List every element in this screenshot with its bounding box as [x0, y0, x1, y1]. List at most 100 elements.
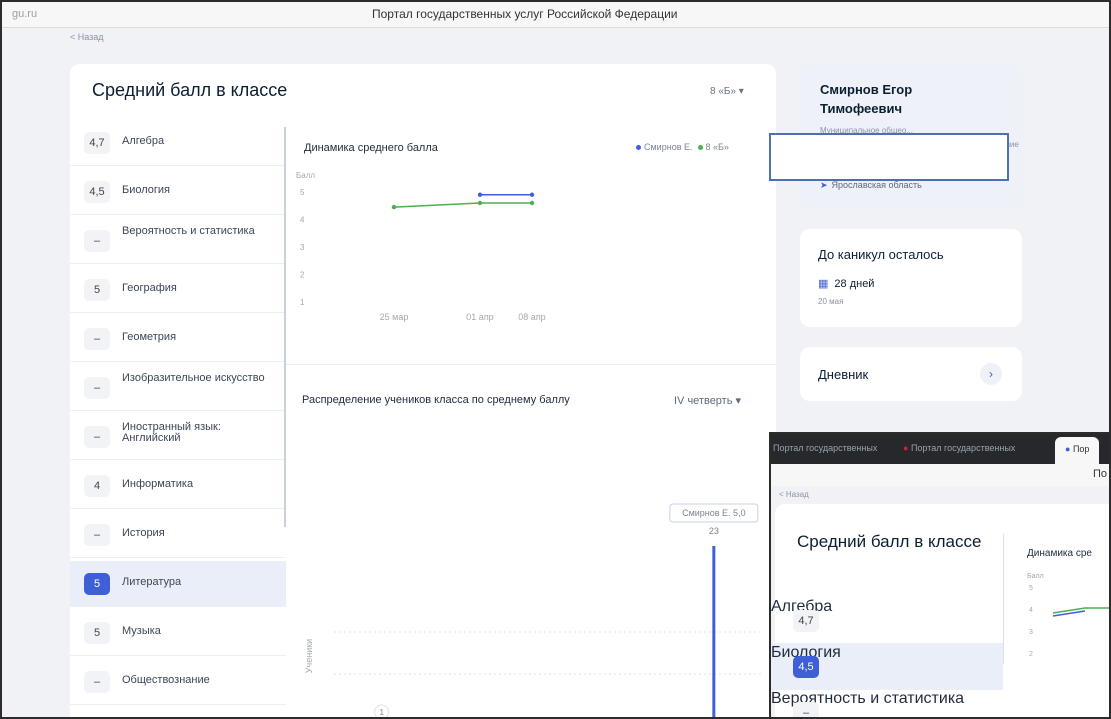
overlay-y-tick: 3	[1029, 629, 1033, 636]
overlay-y-label: Балл	[1027, 573, 1044, 580]
subject-item[interactable]: –Основы безопасности	[70, 708, 286, 717]
x-tick-label: 01 апр	[466, 312, 493, 322]
subject-name: Алгебра	[122, 135, 165, 147]
overlay-tab-3[interactable]: ● Пор	[1055, 437, 1100, 464]
subject-item[interactable]: – Геометрия	[70, 316, 286, 362]
overlay-y-tick: 2	[1029, 651, 1033, 658]
subject-name: Обществознание	[122, 674, 210, 686]
subject-grade-badge: –	[84, 230, 110, 252]
legend-class: 8 «Б»	[705, 142, 729, 152]
holidays-title: До каникул осталось	[818, 247, 944, 262]
tooltip-text: Смирнов Е. 5,0	[682, 508, 746, 518]
subject-item[interactable]: – Вероятность и статистика	[70, 218, 286, 264]
url-text[interactable]: gu.ru	[12, 8, 37, 20]
overlay-subject-item[interactable]: 4,7 Алгебра	[771, 598, 1003, 644]
quarter-select[interactable]: IV четверть ▾	[674, 394, 741, 407]
subject-grade-badge: 4,7	[84, 132, 110, 154]
y-tick-label: 3	[300, 243, 305, 252]
region: ➤ Ярославская область	[820, 180, 922, 191]
window-title: Портал государственных услуг Российской …	[372, 7, 678, 21]
subject-item[interactable]: – Иностранный язык: Английский	[70, 414, 286, 460]
subject-name: Музыка	[122, 625, 161, 637]
overlay-dynamics-chart: Балл 5 4 3 2	[1027, 573, 1109, 658]
count-label: 1	[379, 708, 384, 717]
subject-grade-badge: –	[84, 524, 110, 546]
section-divider	[286, 364, 776, 365]
holidays-card[interactable]: До каникул осталось ▦ 28 дней 20 мая	[800, 229, 1022, 327]
subject-grade-badge: –	[84, 328, 110, 350]
x-tick-label: 08 апр	[518, 312, 545, 322]
location-icon: ➤	[820, 180, 828, 190]
overlay-tab-3-label: Пор	[1072, 444, 1090, 454]
subject-name: Вероятность и статистика	[122, 225, 255, 237]
subject-grade-badge: 5	[84, 622, 110, 644]
overlay-y-tick: 5	[1029, 585, 1033, 592]
overlay-y-tick: 4	[1029, 607, 1033, 614]
dynamics-chart: Балл 1 2 3 4 5 25 мар 01 апр 08 апр	[296, 171, 546, 322]
dynamics-chart-title: Динамика среднего балла	[304, 142, 438, 154]
subject-item[interactable]: 4,7 Алгебра	[70, 120, 286, 166]
overlay-subject-item[interactable]: – Вероятность и статистика	[771, 690, 1003, 717]
subject-name: Геометрия	[122, 331, 177, 343]
overlay-tab-2-label: Портал государственных	[910, 443, 1016, 453]
subject-grade-badge: 5	[84, 573, 110, 595]
browser-window: gu.ru Портал государственных услуг Росси…	[0, 0, 1111, 719]
subject-name: Биология	[122, 184, 171, 196]
y-axis-label: Балл	[296, 171, 315, 180]
subject-name: Литература	[122, 576, 182, 588]
subject-item[interactable]: 4 Информатика	[70, 463, 286, 509]
y-tick-label: 1	[300, 298, 305, 307]
bar-value-label: 23	[709, 526, 719, 536]
legend-student: Смирнов Е.	[644, 142, 693, 152]
overlay-tab-1[interactable]: Портал государственных	[773, 443, 877, 453]
series-line	[393, 202, 532, 208]
class-select[interactable]: 8 «Б» ▾	[710, 86, 744, 97]
data-point[interactable]	[529, 192, 535, 197]
y-tick-label: 4	[300, 216, 305, 225]
subject-item[interactable]: 4,5 Биология	[70, 169, 286, 215]
overlay-back-link[interactable]: < Назад	[779, 490, 809, 499]
subject-grade-badge: –	[84, 671, 110, 693]
subject-item[interactable]: – Обществознание	[70, 659, 286, 705]
distribution-chart: Ученики4,44,64,85,0Баллы123Смирнов Е. 5,…	[304, 503, 764, 717]
overlay-grade-badge: –	[793, 702, 819, 717]
data-point[interactable]	[529, 200, 535, 206]
holidays-days: ▦ 28 дней	[818, 277, 874, 290]
chevron-right-icon[interactable]: ›	[980, 363, 1002, 385]
subject-name: Информатика	[122, 478, 194, 490]
legend-dot-class	[697, 145, 703, 151]
data-point[interactable]	[391, 204, 397, 210]
subject-grade-badge: 4,5	[84, 181, 110, 203]
y-tick-label: 5	[300, 188, 305, 197]
overlay-series-class	[1052, 607, 1109, 614]
overlay-screenshot: Портал государственных ● Портал государс…	[769, 432, 1109, 717]
subject-item[interactable]: 5 Литература	[70, 561, 286, 607]
overlay-grade-badge: 4,5	[793, 656, 819, 678]
overlay-grade-badge: 4,7	[793, 610, 819, 632]
subject-name: История	[122, 527, 165, 539]
overlay-tabbar: Портал государственных ● Портал государс…	[771, 434, 1109, 464]
subject-item[interactable]: 5 Музыка	[70, 610, 286, 656]
distribution-chart-title: Распределение учеников класса по среднем…	[302, 394, 570, 406]
data-point[interactable]	[477, 192, 483, 197]
holidays-days-label: 28 дней	[834, 278, 875, 290]
overlay-titlebar: По	[771, 464, 1109, 486]
subject-list-scrollbar[interactable]	[284, 127, 286, 527]
legend-dot-student	[636, 145, 641, 151]
x-tick-label: 25 мар	[380, 312, 409, 322]
subject-grade-badge: 4	[84, 475, 110, 497]
student-name: Смирнов Егор Тимофеевич	[820, 82, 913, 116]
back-link[interactable]: < Назад	[70, 32, 104, 42]
overlay-subject-item[interactable]: 4,5 Биология	[771, 644, 1003, 690]
page-title: Средний балл в классе	[92, 80, 288, 100]
overlay-tab-2[interactable]: ● Портал государственных	[903, 443, 1015, 453]
subject-item[interactable]: 5 География	[70, 267, 286, 313]
subject-item[interactable]: – История	[70, 512, 286, 558]
dynamics-chart-legend: Смирнов Е. 8 «Б»	[636, 142, 729, 152]
overlay-divider	[1003, 534, 1004, 664]
subject-name: География	[122, 282, 177, 294]
data-point[interactable]	[477, 200, 483, 206]
diary-card[interactable]: Дневник ›	[800, 347, 1022, 401]
subject-item[interactable]: – Изобразительное искусство	[70, 365, 286, 411]
subject-name: Иностранный язык: Английский	[122, 421, 221, 444]
